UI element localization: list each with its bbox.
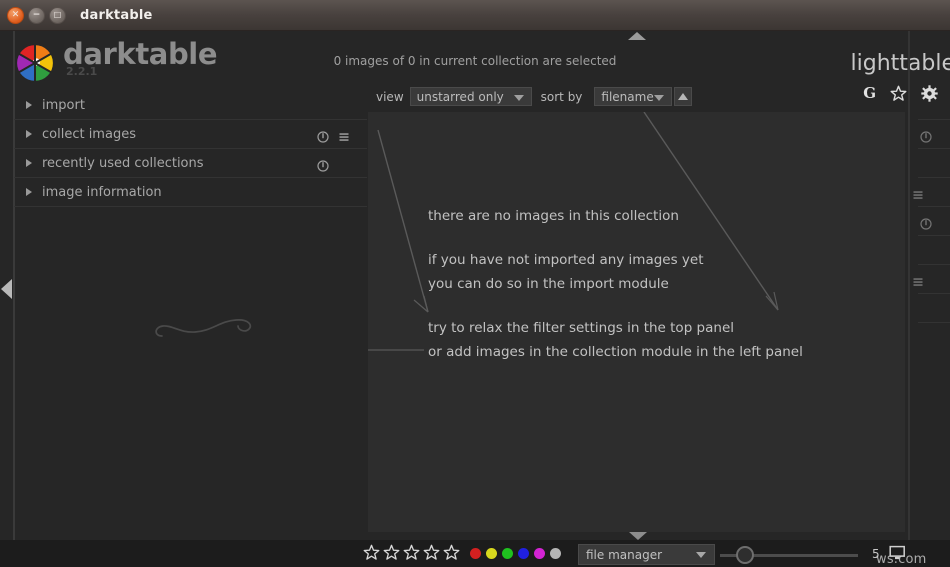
chevron-right-icon (26, 130, 32, 138)
zoom-slider-handle[interactable] (736, 546, 754, 564)
chevron-down-icon (654, 95, 665, 101)
empty-collection-message: there are no images in this collection i… (428, 204, 803, 364)
star-icon[interactable] (423, 544, 440, 561)
top-panel-collapse-arrow-icon[interactable] (628, 32, 646, 40)
window-title: darktable (80, 7, 153, 23)
sort-by-dropdown[interactable]: filename (594, 87, 673, 106)
right-module-row[interactable] (918, 149, 950, 178)
message-paragraph-1: there are no images in this collection (428, 204, 803, 228)
view-filter-value: unstarred only (416, 89, 504, 104)
view-filter-dropdown[interactable]: unstarred only (409, 87, 532, 106)
window-close-button[interactable]: ✕ (7, 6, 24, 24)
layout-mode-value: file manager (586, 547, 663, 562)
module-icons (317, 157, 350, 172)
sort-by-label: sort by (540, 89, 583, 104)
right-module-row[interactable] (913, 178, 950, 207)
chevron-down-icon (696, 552, 706, 558)
overlays-star-icon[interactable] (890, 85, 907, 102)
maximize-icon: □ (53, 10, 62, 19)
chevron-right-icon (26, 188, 32, 196)
view-mode-label[interactable]: lighttable (851, 51, 950, 76)
window-titlebar: ✕ − □ darktable (0, 0, 950, 31)
view-filter-label: view (376, 89, 404, 104)
main-area: darktable 2.2.1 0 images of 0 in current… (0, 31, 950, 567)
collection-status-text: 0 images of 0 in current collection are … (333, 54, 617, 68)
module-label: recently used collections (42, 155, 204, 171)
message-line: try to relax the filter settings in the … (428, 320, 735, 336)
reset-icon[interactable] (920, 128, 932, 143)
right-module-row[interactable] (918, 120, 950, 149)
message-line: if you have not imported any images yet (428, 252, 704, 268)
left-panel-collapse-arrow-icon[interactable] (1, 279, 12, 299)
color-label-gray[interactable] (550, 548, 561, 559)
filter-toolbar: view unstarred only sort by filename (376, 87, 693, 106)
sidebar-module-recently-used-collections[interactable]: recently used collections (14, 149, 367, 178)
chevron-down-icon (513, 95, 524, 101)
color-label-red[interactable] (470, 548, 481, 559)
right-panel (913, 91, 950, 540)
star-icon[interactable] (383, 544, 400, 561)
reset-icon[interactable] (317, 128, 329, 143)
presets-menu-icon[interactable] (912, 273, 924, 286)
minimize-icon: − (32, 9, 41, 20)
star-icon[interactable] (363, 544, 380, 561)
reset-icon[interactable] (920, 215, 932, 230)
center-view: there are no images in this collection i… (368, 112, 905, 532)
layout-mode-dropdown[interactable]: file manager (578, 544, 715, 565)
module-label: collect images (42, 126, 136, 142)
presets-menu-icon[interactable] (912, 186, 924, 199)
decorative-squiggle (150, 309, 268, 349)
chevron-right-icon (26, 101, 32, 109)
darktable-window: ✕ − □ darktable darktable 2.2.1 0 images… (0, 0, 950, 567)
color-label-blue[interactable] (518, 548, 529, 559)
star-icon[interactable] (443, 544, 460, 561)
window-maximize-button[interactable]: □ (49, 6, 66, 24)
right-module-row[interactable] (918, 294, 950, 323)
sidebar-module-image-information[interactable]: image information (14, 178, 367, 207)
right-panel-rail (908, 31, 910, 540)
right-module-row[interactable] (918, 207, 950, 236)
right-module-row[interactable] (918, 236, 950, 265)
color-label-green[interactable] (502, 548, 513, 559)
watermark-text: ws.com (876, 552, 927, 567)
module-label: import (42, 97, 85, 113)
star-rating-filter[interactable] (363, 544, 460, 561)
color-label-purple[interactable] (534, 548, 545, 559)
star-icon[interactable] (403, 544, 420, 561)
sidebar-module-import[interactable]: import (14, 91, 367, 120)
message-paragraph-2: if you have not imported any images yet … (428, 248, 803, 296)
chevron-up-icon (678, 93, 689, 100)
color-label-filter[interactable] (470, 548, 561, 559)
message-line: or add images in the collection module i… (428, 344, 803, 360)
presets-menu-icon[interactable] (338, 128, 350, 141)
reset-icon[interactable] (317, 157, 329, 172)
right-module-row[interactable] (913, 265, 950, 294)
sort-by-value: filename (601, 89, 654, 104)
message-paragraph-3: try to relax the filter settings in the … (428, 316, 803, 364)
bottom-panel-collapse-arrow-icon[interactable] (629, 532, 647, 540)
sidebar-module-collect-images[interactable]: collect images (14, 120, 367, 149)
right-module-row[interactable] (918, 91, 950, 120)
window-minimize-button[interactable]: − (28, 6, 45, 24)
color-label-yellow[interactable] (486, 548, 497, 559)
close-icon: ✕ (11, 9, 20, 20)
grouping-icon[interactable]: G (863, 85, 876, 102)
sort-direction-button[interactable] (674, 87, 693, 106)
message-line: you can do so in the import module (428, 276, 669, 292)
module-label: image information (42, 184, 162, 200)
left-panel: import collect images recently used coll… (14, 91, 367, 540)
message-line: there are no images in this collection (428, 208, 679, 224)
module-icons (317, 128, 350, 143)
chevron-right-icon (26, 159, 32, 167)
